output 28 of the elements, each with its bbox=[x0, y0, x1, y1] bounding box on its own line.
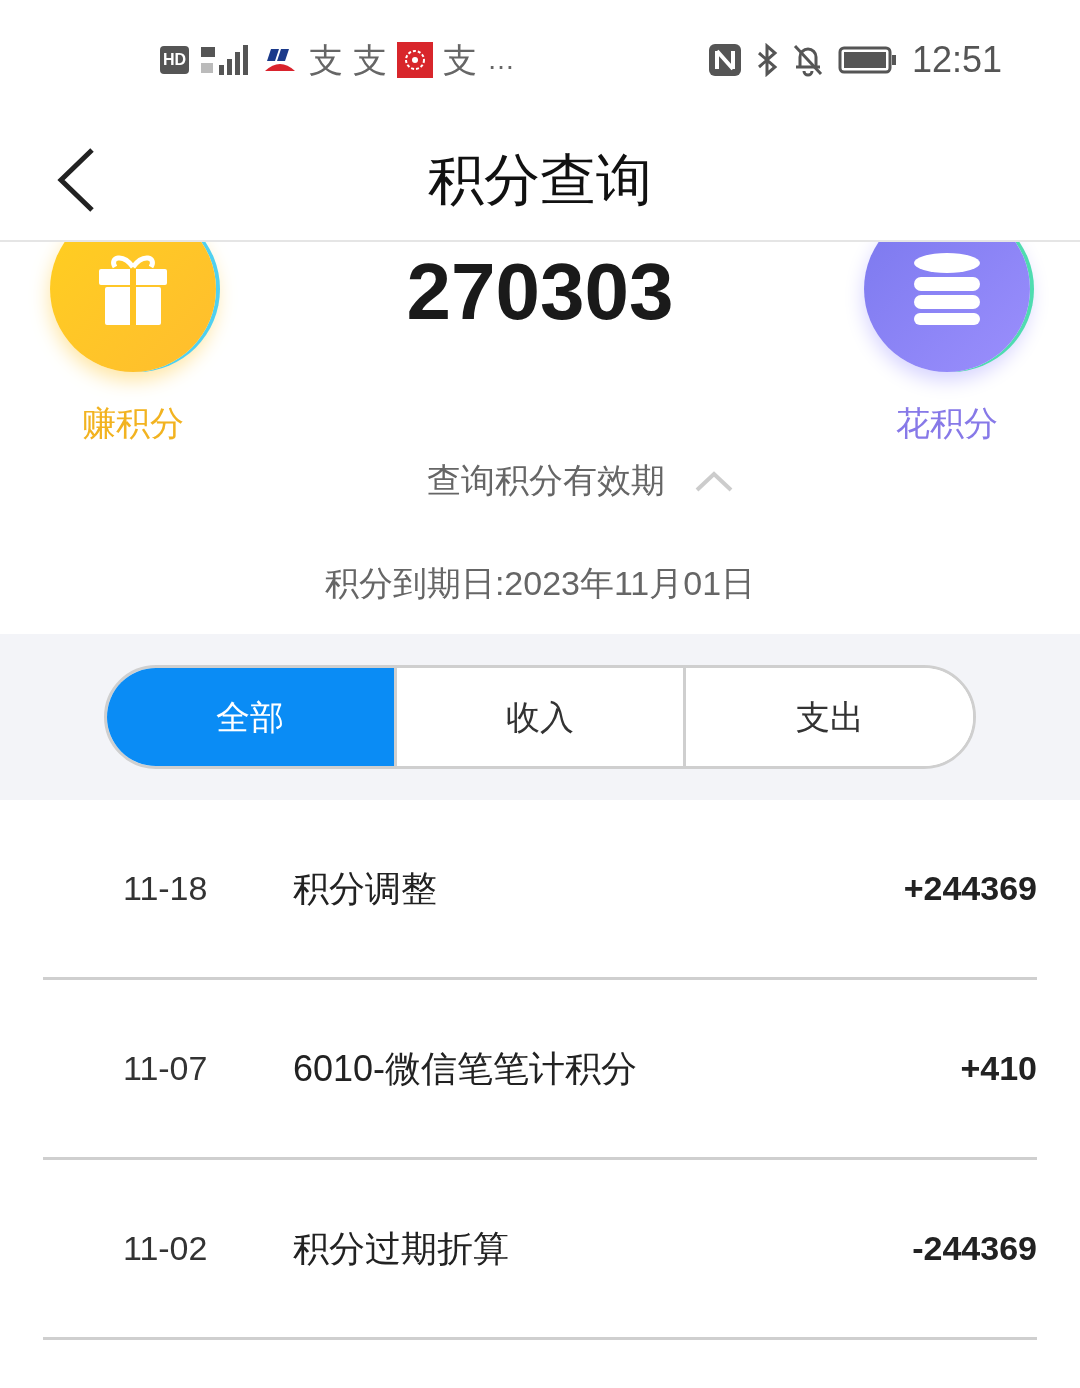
record-date: 11-18 bbox=[123, 868, 209, 909]
back-icon bbox=[56, 147, 96, 213]
points-balance: 270303 bbox=[406, 252, 674, 332]
bell-muted-icon bbox=[791, 43, 824, 77]
battery-icon bbox=[837, 45, 898, 75]
clock-time: 12:51 bbox=[911, 38, 1002, 82]
record-title: 积分过期折算 bbox=[293, 1226, 510, 1271]
page-title: 积分查询 bbox=[428, 147, 652, 213]
filter-tab[interactable]: 全部 bbox=[107, 668, 394, 766]
record-title: 积分调整 bbox=[293, 866, 438, 911]
app-icon: 支 bbox=[443, 43, 478, 77]
app-icon: 支 bbox=[309, 43, 344, 77]
record-amount: +244369 bbox=[903, 868, 1037, 909]
expiry-date: 积分到期日:2023年11月01日 bbox=[323, 563, 757, 604]
record-date: 11-02 bbox=[123, 1228, 209, 1269]
record-amount: +410 bbox=[960, 1048, 1037, 1089]
filter-tab[interactable]: 支出 bbox=[683, 668, 973, 766]
coin-stack-icon bbox=[912, 251, 982, 327]
more-notifications: … bbox=[487, 46, 516, 74]
bluetooth-icon bbox=[755, 43, 778, 77]
record-amount: -244369 bbox=[912, 1228, 1037, 1269]
validity-query-link[interactable]: 查询积分有效期 bbox=[427, 455, 733, 506]
flower-app-icon bbox=[397, 42, 434, 78]
nfc-icon bbox=[707, 43, 742, 77]
record-title: 6010-微信笔笔计积分 bbox=[293, 1046, 639, 1091]
hd-icon: HD bbox=[160, 46, 190, 74]
record-date: 11-07 bbox=[123, 1048, 209, 1089]
app-icon: 支 bbox=[353, 43, 388, 77]
